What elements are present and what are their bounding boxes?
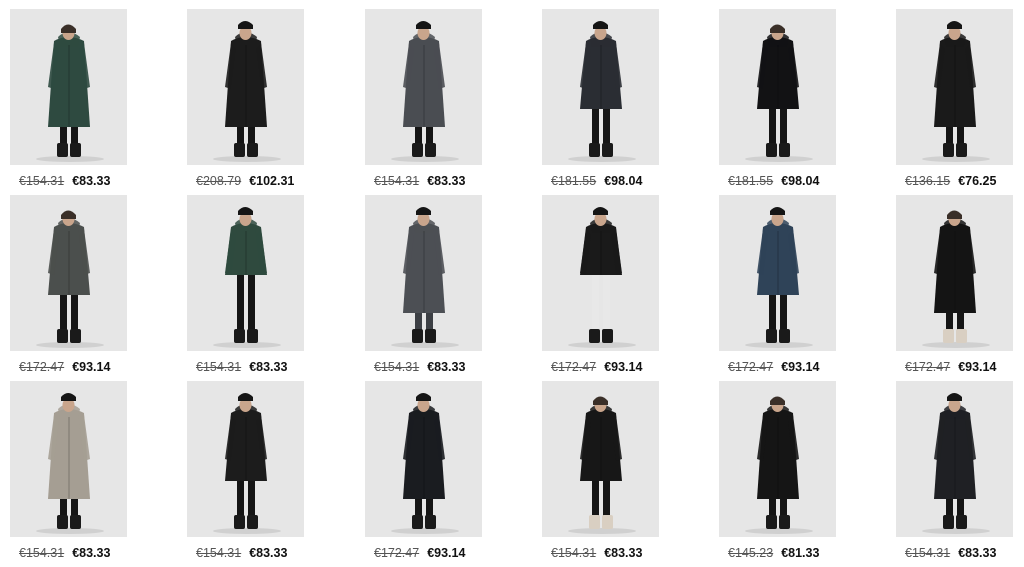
original-price: €154.31 (905, 546, 951, 560)
price-row: €172.47 €93.14 (365, 545, 525, 561)
product-grid: €154.31 €83.33 €208.79 €102.31 €154.31 €… (0, 0, 1024, 567)
price-row: €172.47 €93.14 (10, 359, 170, 375)
sale-price: €98.04 (604, 174, 643, 188)
product-image[interactable] (719, 195, 836, 351)
product-image[interactable] (187, 381, 304, 537)
product-image[interactable] (896, 9, 1013, 165)
sale-price: €76.25 (958, 174, 997, 188)
sale-price: €98.04 (781, 174, 820, 188)
product-card[interactable]: €172.47 €93.14 (719, 195, 837, 375)
original-price: €154.31 (196, 546, 242, 560)
price-row: €154.31 €83.33 (187, 359, 347, 375)
sale-price: €83.33 (958, 546, 997, 560)
original-price: €208.79 (196, 174, 242, 188)
price-row: €145.23 €81.33 (719, 545, 879, 561)
sale-price: €83.33 (72, 546, 111, 560)
price-row: €154.31 €83.33 (10, 173, 170, 189)
price-row: €181.55 €98.04 (719, 173, 879, 189)
product-card[interactable]: €136.15 €76.25 (896, 9, 1014, 189)
product-image[interactable] (365, 381, 482, 537)
product-image[interactable] (896, 381, 1013, 537)
product-image[interactable] (365, 195, 482, 351)
sale-price: €93.14 (72, 360, 111, 374)
price-row: €154.31 €83.33 (365, 359, 525, 375)
original-price: €172.47 (374, 546, 420, 560)
original-price: €145.23 (728, 546, 774, 560)
original-price: €154.31 (551, 546, 597, 560)
original-price: €172.47 (551, 360, 597, 374)
product-image[interactable] (10, 9, 127, 165)
sale-price: €93.14 (781, 360, 820, 374)
sale-price: €83.33 (604, 546, 643, 560)
product-card[interactable]: €208.79 €102.31 (187, 9, 305, 189)
price-row: €154.31 €83.33 (542, 545, 702, 561)
sale-price: €83.33 (249, 360, 288, 374)
sale-price: €102.31 (249, 174, 295, 188)
original-price: €154.31 (196, 360, 242, 374)
product-card[interactable]: €181.55 €98.04 (542, 9, 660, 189)
sale-price: €81.33 (781, 546, 820, 560)
product-image[interactable] (187, 195, 304, 351)
product-image[interactable] (542, 195, 659, 351)
price-row: €154.31 €83.33 (365, 173, 525, 189)
sale-price: €83.33 (427, 174, 466, 188)
product-card[interactable]: €154.31 €83.33 (10, 381, 128, 561)
product-card[interactable]: €172.47 €93.14 (365, 381, 483, 561)
product-card[interactable]: €154.31 €83.33 (896, 381, 1014, 561)
product-image[interactable] (10, 381, 127, 537)
product-image[interactable] (542, 381, 659, 537)
sale-price: €83.33 (72, 174, 111, 188)
original-price: €172.47 (905, 360, 951, 374)
price-row: €172.47 €93.14 (542, 359, 702, 375)
product-image[interactable] (187, 9, 304, 165)
price-row: €154.31 €83.33 (896, 545, 1024, 561)
product-card[interactable]: €172.47 €93.14 (10, 195, 128, 375)
sale-price: €93.14 (427, 546, 466, 560)
product-card[interactable]: €172.47 €93.14 (542, 195, 660, 375)
price-row: €172.47 €93.14 (719, 359, 879, 375)
product-image[interactable] (365, 9, 482, 165)
original-price: €154.31 (374, 360, 420, 374)
price-row: €208.79 €102.31 (187, 173, 347, 189)
product-card[interactable]: €172.47 €93.14 (896, 195, 1014, 375)
product-card[interactable]: €181.55 €98.04 (719, 9, 837, 189)
original-price: €172.47 (728, 360, 774, 374)
price-row: €154.31 €83.33 (10, 545, 170, 561)
original-price: €181.55 (728, 174, 774, 188)
product-image[interactable] (896, 195, 1013, 351)
original-price: €136.15 (905, 174, 951, 188)
product-card[interactable]: €154.31 €83.33 (365, 195, 483, 375)
product-card[interactable]: €145.23 €81.33 (719, 381, 837, 561)
sale-price: €83.33 (249, 546, 288, 560)
sale-price: €93.14 (604, 360, 643, 374)
original-price: €154.31 (374, 174, 420, 188)
original-price: €181.55 (551, 174, 597, 188)
product-image[interactable] (542, 9, 659, 165)
price-row: €172.47 €93.14 (896, 359, 1024, 375)
product-image[interactable] (10, 195, 127, 351)
product-image[interactable] (719, 381, 836, 537)
original-price: €154.31 (19, 546, 65, 560)
price-row: €154.31 €83.33 (187, 545, 347, 561)
sale-price: €93.14 (958, 360, 997, 374)
product-card[interactable]: €154.31 €83.33 (542, 381, 660, 561)
original-price: €154.31 (19, 174, 65, 188)
product-card[interactable]: €154.31 €83.33 (10, 9, 128, 189)
sale-price: €83.33 (427, 360, 466, 374)
original-price: €172.47 (19, 360, 65, 374)
product-card[interactable]: €154.31 €83.33 (187, 195, 305, 375)
price-row: €181.55 €98.04 (542, 173, 702, 189)
product-card[interactable]: €154.31 €83.33 (187, 381, 305, 561)
price-row: €136.15 €76.25 (896, 173, 1024, 189)
product-image[interactable] (719, 9, 836, 165)
product-card[interactable]: €154.31 €83.33 (365, 9, 483, 189)
